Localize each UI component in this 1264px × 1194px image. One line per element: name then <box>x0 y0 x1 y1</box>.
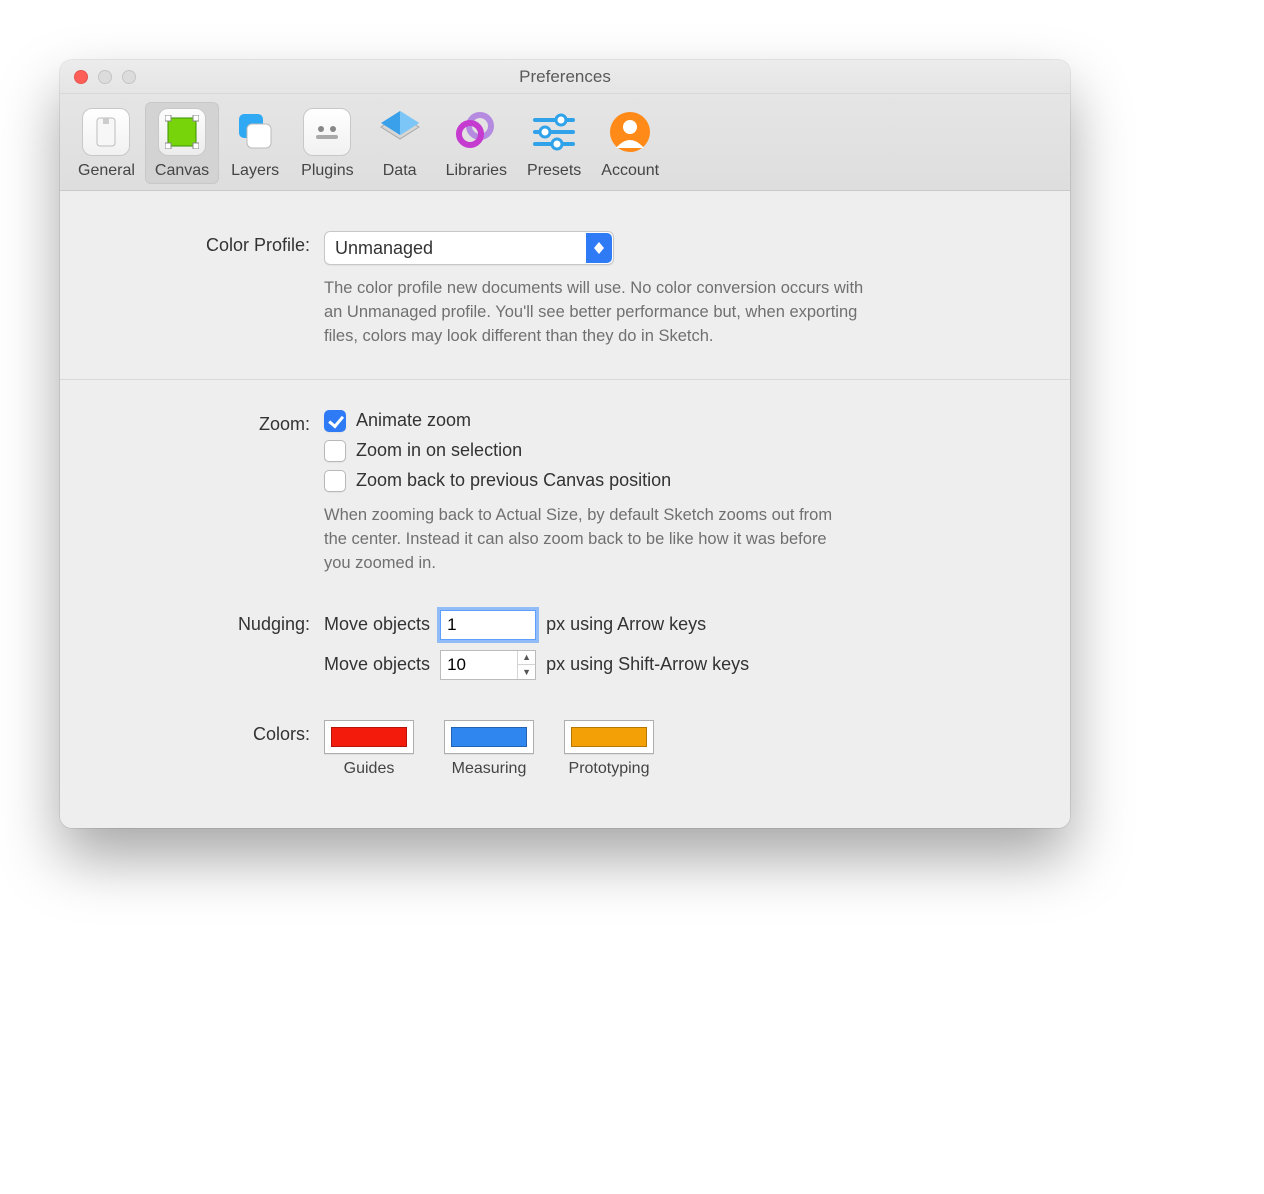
window-title: Preferences <box>60 60 1070 93</box>
nudge-suffix-2: px using Shift-Arrow keys <box>546 654 749 675</box>
prefs-content: Color Profile: Unmanaged The color profi… <box>60 191 1070 828</box>
color-profile-label: Color Profile: <box>120 231 310 349</box>
prefs-toolbar: General Canvas Layers Plugins <box>60 94 1070 191</box>
tab-label: Data <box>383 162 417 180</box>
titlebar: Preferences <box>60 60 1070 94</box>
animate-zoom-checkbox[interactable] <box>324 410 346 432</box>
nudge-prefix-2: Move objects <box>324 654 430 675</box>
guides-color-label: Guides <box>344 760 395 778</box>
general-icon <box>82 108 130 156</box>
tab-data[interactable]: Data <box>364 102 436 184</box>
color-profile-select[interactable]: Unmanaged <box>324 231 614 265</box>
nudging-label: Nudging: <box>120 610 310 690</box>
tab-presets[interactable]: Presets <box>517 102 591 184</box>
libraries-icon <box>452 108 500 156</box>
account-icon <box>606 108 654 156</box>
tab-label: Canvas <box>155 162 209 180</box>
tab-libraries[interactable]: Libraries <box>436 102 517 184</box>
tab-layers[interactable]: Layers <box>219 102 291 184</box>
nudge-prefix-1: Move objects <box>324 614 430 635</box>
tab-label: Account <box>601 162 659 180</box>
color-profile-description: The color profile new documents will use… <box>324 277 884 349</box>
prototyping-color-swatch <box>571 727 647 747</box>
tab-canvas[interactable]: Canvas <box>145 102 219 184</box>
guides-color-swatch <box>331 727 407 747</box>
layers-icon <box>231 108 279 156</box>
tab-label: Plugins <box>301 162 353 180</box>
preferences-window: Preferences General Canvas Layers <box>60 60 1070 828</box>
zoom-back-checkbox[interactable] <box>324 470 346 492</box>
divider <box>60 379 1070 380</box>
prototyping-color-label: Prototyping <box>569 760 650 778</box>
colors-label: Colors: <box>120 720 310 778</box>
popup-arrows-icon <box>586 233 612 263</box>
measuring-color-label: Measuring <box>452 760 527 778</box>
tab-label: General <box>78 162 135 180</box>
zoom-in-on-selection-checkbox[interactable] <box>324 440 346 462</box>
nudge-suffix-1: px using Arrow keys <box>546 614 706 635</box>
zoom-in-on-selection-label: Zoom in on selection <box>356 440 522 461</box>
nudge-arrow-input[interactable] <box>440 610 536 640</box>
color-profile-value: Unmanaged <box>335 238 433 259</box>
canvas-icon <box>158 108 206 156</box>
tab-label: Layers <box>231 162 279 180</box>
data-icon <box>376 108 424 156</box>
guides-color-button[interactable] <box>324 720 414 754</box>
presets-icon <box>530 108 578 156</box>
measuring-color-button[interactable] <box>444 720 534 754</box>
tab-plugins[interactable]: Plugins <box>291 102 363 184</box>
tab-general[interactable]: General <box>68 102 145 184</box>
zoom-description: When zooming back to Actual Size, by def… <box>324 504 844 576</box>
measuring-color-swatch <box>451 727 527 747</box>
tab-account[interactable]: Account <box>591 102 669 184</box>
zoom-back-label: Zoom back to previous Canvas position <box>356 470 671 491</box>
tab-label: Libraries <box>446 162 507 180</box>
stepper-down-icon[interactable]: ▼ <box>518 665 535 679</box>
zoom-label: Zoom: <box>120 410 310 576</box>
stepper-control[interactable]: ▲ ▼ <box>517 651 535 679</box>
animate-zoom-label: Animate zoom <box>356 410 471 431</box>
stepper-up-icon[interactable]: ▲ <box>518 651 535 666</box>
tab-label: Presets <box>527 162 581 180</box>
plugins-icon <box>303 108 351 156</box>
prototyping-color-button[interactable] <box>564 720 654 754</box>
